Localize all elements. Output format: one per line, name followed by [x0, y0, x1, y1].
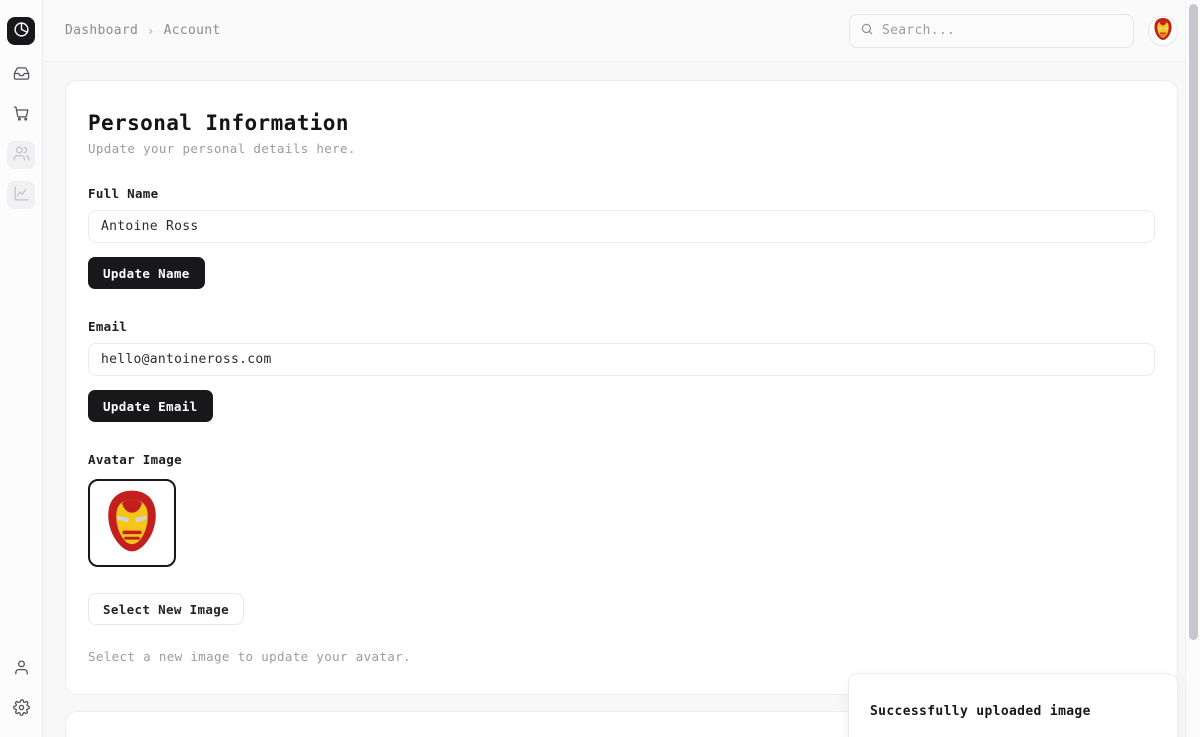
- vertical-scrollbar[interactable]: [1185, 0, 1200, 737]
- gear-icon: [13, 699, 30, 720]
- email-input[interactable]: [88, 343, 1155, 376]
- sidebar-item-orders[interactable]: [7, 101, 35, 129]
- avatar-field-group: Avatar Image: [88, 452, 1155, 664]
- sidebar-item-account[interactable]: [7, 655, 35, 683]
- page-subtitle: Update your personal details here.: [88, 141, 1155, 156]
- sidebar-nav-primary: [7, 61, 35, 209]
- sidebar-nav-secondary: [7, 655, 35, 723]
- breadcrumb-separator-icon: ›: [147, 24, 155, 38]
- avatar-preview[interactable]: [88, 479, 176, 567]
- sidebar: [0, 0, 43, 737]
- pie-chart-logo-icon: [13, 21, 30, 42]
- email-field-group: Email Update Email: [88, 319, 1155, 422]
- update-name-button[interactable]: Update Name: [88, 257, 205, 289]
- personal-information-card: Personal Information Update your persona…: [65, 80, 1178, 695]
- vertical-scrollbar-thumb[interactable]: [1189, 4, 1198, 640]
- topbar-actions: [849, 14, 1178, 48]
- avatar[interactable]: [1148, 16, 1178, 46]
- email-label: Email: [88, 319, 1155, 334]
- user-icon: [13, 659, 30, 680]
- sidebar-item-settings[interactable]: [7, 695, 35, 723]
- search-icon: [860, 21, 874, 40]
- sidebar-item-customers[interactable]: [7, 141, 35, 169]
- full-name-input[interactable]: [88, 210, 1155, 243]
- toast-notification[interactable]: Successfully uploaded image: [848, 673, 1178, 737]
- sidebar-item-inbox[interactable]: [7, 61, 35, 89]
- full-name-label: Full Name: [88, 186, 1155, 201]
- breadcrumb-item-dashboard[interactable]: Dashboard: [65, 23, 138, 38]
- avatar-image-label: Avatar Image: [88, 452, 1155, 467]
- sidebar-item-analytics[interactable]: [7, 181, 35, 209]
- users-icon: [13, 145, 30, 166]
- line-chart-icon: [13, 185, 30, 206]
- topbar: Dashboard › Account: [43, 0, 1200, 62]
- update-email-button[interactable]: Update Email: [88, 390, 213, 422]
- iron-man-mask-avatar-icon: [1150, 16, 1176, 46]
- avatar-help-text: Select a new image to update your avatar…: [88, 649, 1155, 664]
- search-input[interactable]: [882, 23, 1123, 38]
- page-title: Personal Information: [88, 111, 1155, 135]
- iron-man-mask-avatar-icon: [96, 485, 168, 561]
- main-region: Dashboard › Account: [43, 0, 1200, 737]
- search-box[interactable]: [849, 14, 1134, 48]
- toast-message: Successfully uploaded image: [870, 704, 1091, 719]
- select-new-image-button[interactable]: Select New Image: [88, 593, 244, 625]
- breadcrumb-item-account[interactable]: Account: [164, 23, 221, 38]
- content-scroll-area[interactable]: Personal Information Update your persona…: [43, 62, 1200, 737]
- breadcrumb: Dashboard › Account: [65, 23, 221, 38]
- full-name-field-group: Full Name Update Name: [88, 186, 1155, 289]
- inbox-icon: [13, 65, 30, 86]
- app-logo-button[interactable]: [7, 17, 35, 45]
- avatar-spacer: [88, 567, 1155, 593]
- shopping-cart-icon: [13, 105, 30, 126]
